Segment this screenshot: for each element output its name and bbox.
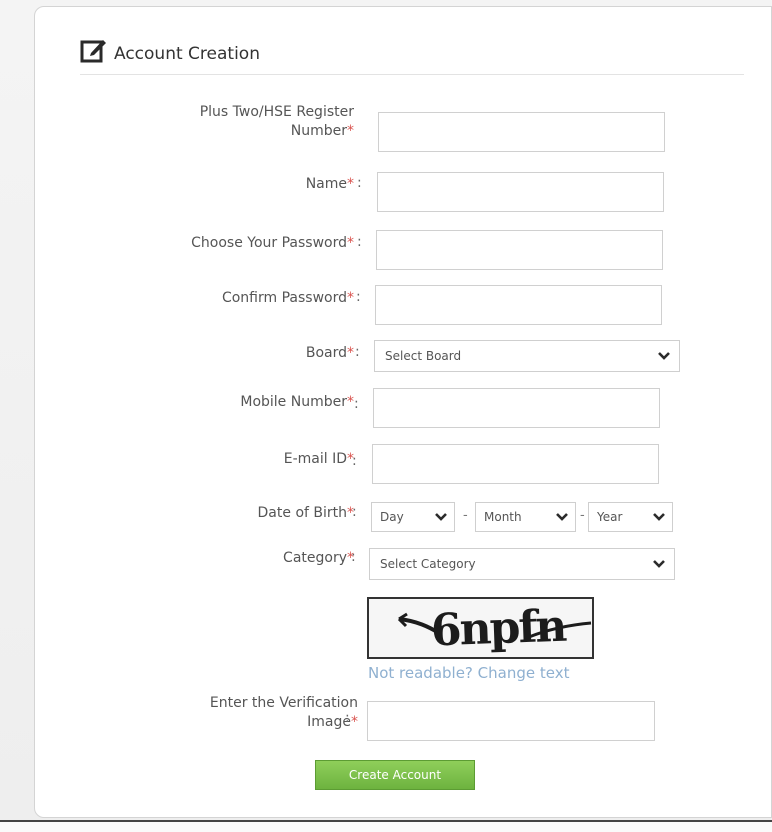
colon: : — [355, 344, 360, 360]
colon: : — [352, 453, 357, 469]
date-separator: - — [463, 508, 468, 523]
colon: : — [356, 289, 361, 305]
dob-year-select[interactable]: Year — [588, 502, 673, 532]
category-label: Category* — [283, 550, 354, 566]
colon: : — [351, 549, 356, 565]
form-header: Account Creation — [80, 36, 260, 64]
verification-label: Enter the Verification Image* — [209, 695, 358, 730]
colon: : — [357, 234, 362, 250]
verification-input[interactable] — [367, 701, 655, 741]
change-captcha-link[interactable]: Not readable? Change text — [368, 664, 569, 682]
form-title: Account Creation — [114, 44, 260, 64]
email-label: E-mail ID* — [283, 451, 354, 467]
email-input[interactable] — [372, 444, 659, 484]
date-of-birth-label: Date of Birth* — [257, 505, 354, 521]
page: Account Creation Plus Two/HSE Register N… — [0, 0, 772, 832]
chevron-down-icon — [556, 513, 568, 521]
colon: : — [357, 175, 362, 191]
page-bottom-edge — [0, 820, 772, 832]
captcha-text: 6npfn — [430, 600, 567, 657]
dob-day-select[interactable]: Day — [371, 502, 455, 532]
board-select[interactable]: Select Board — [374, 340, 680, 372]
register-number-label: Plus Two/HSE Register Number* — [199, 104, 354, 139]
name-input[interactable] — [377, 172, 664, 212]
name-label: Name* — [305, 176, 354, 192]
header-divider — [80, 74, 744, 75]
register-number-input[interactable] — [378, 112, 665, 152]
board-label: Board* — [305, 345, 354, 361]
captcha-image: 6npfn — [367, 597, 594, 659]
colon: : — [354, 396, 359, 412]
mobile-number-label: Mobile Number* — [240, 394, 354, 410]
chevron-down-icon — [653, 560, 665, 568]
create-account-button[interactable]: Create Account — [315, 760, 475, 790]
mobile-number-input[interactable] — [373, 388, 660, 428]
password-label: Choose Your Password* — [191, 235, 354, 251]
confirm-password-label: Confirm Password* — [221, 290, 354, 306]
chevron-down-icon — [653, 513, 665, 521]
dob-month-select[interactable]: Month — [475, 502, 576, 532]
password-input[interactable] — [376, 230, 663, 270]
confirm-password-input[interactable] — [375, 285, 662, 325]
chevron-down-icon — [658, 352, 670, 360]
colon: : — [345, 710, 350, 726]
edit-icon — [80, 40, 106, 63]
colon: : — [352, 504, 357, 520]
category-select[interactable]: Select Category — [369, 548, 675, 580]
chevron-down-icon — [435, 513, 447, 521]
date-separator: - — [580, 508, 585, 523]
